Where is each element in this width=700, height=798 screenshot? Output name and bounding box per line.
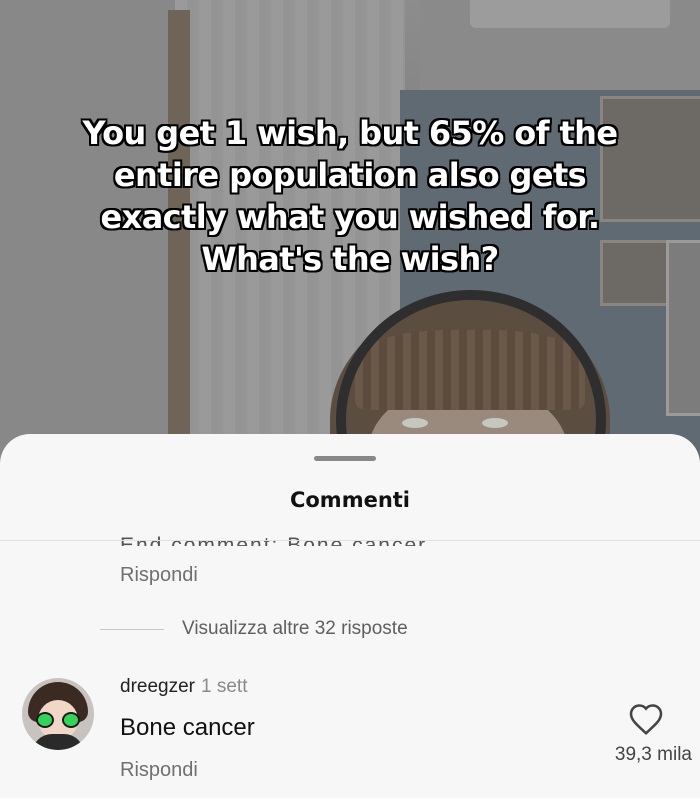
username[interactable]: dreegzer (120, 676, 195, 697)
reply-button[interactable]: Rispondi (120, 564, 198, 587)
sheet-title: Commenti (289, 488, 411, 512)
eye-left (402, 418, 428, 428)
comment-text: Bone cancer (120, 714, 255, 741)
caption-line: What's the wish? (201, 240, 499, 278)
avatar[interactable] (22, 678, 94, 750)
title-divider (0, 540, 700, 541)
drag-handle[interactable] (314, 456, 376, 461)
replies-divider-line (100, 628, 164, 630)
view-more-replies-label: Visualizza altre 32 risposte (182, 618, 408, 639)
caption-line: You get 1 wish, but 65% of the (82, 114, 619, 152)
comment-author: dreegzer 1 sett (120, 676, 247, 698)
ceiling-lamp (470, 0, 670, 28)
heart-icon[interactable] (628, 702, 664, 736)
video-caption: You get 1 wish, but 65% of the entire po… (20, 112, 680, 280)
video-background[interactable]: You get 1 wish, but 65% of the entire po… (0, 0, 700, 470)
view-more-replies[interactable]: Visualizza altre 32 risposte (100, 618, 408, 640)
like-count: 39,3 mila (614, 744, 692, 765)
eye-right (482, 418, 508, 428)
partial-comment-text: End comment: Bone cancer (120, 534, 428, 546)
comments-sheet: Commenti End comment: Bone cancer Rispon… (0, 434, 700, 798)
reply-button[interactable]: Rispondi (120, 759, 198, 782)
caption-line: exactly what you wished for. (100, 198, 601, 236)
comment-timestamp: 1 sett (201, 676, 248, 697)
caption-line: entire population also gets (113, 156, 587, 194)
